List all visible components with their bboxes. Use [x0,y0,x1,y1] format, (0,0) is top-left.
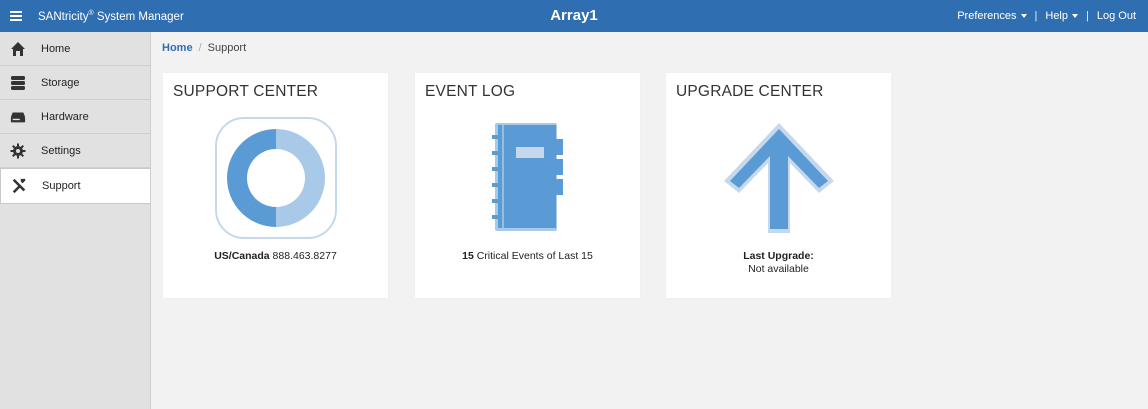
breadcrumb-home-link[interactable]: Home [162,42,193,54]
home-icon [10,41,26,57]
hamburger-icon[interactable] [0,0,32,32]
card-graphic [415,117,640,239]
breadcrumb-current: Support [207,42,247,54]
sidebar-item-label: Storage [41,76,80,89]
notebook-icon [491,123,563,231]
sidebar-item-support[interactable]: Support [0,168,150,204]
card-title: UPGRADE CENTER [676,83,824,100]
up-arrow-icon [723,123,834,233]
upgrade-center-card[interactable]: UPGRADE CENTER Last Upgrade: Not availabl… [666,73,891,298]
event-count-text: Critical Events of Last 15 [473,250,593,262]
sidebar-item-label: Settings [41,144,81,157]
chevron-down-icon [1020,14,1027,19]
sidebar-item-label: Support [42,180,81,192]
breadcrumb: Home / Support [162,42,246,54]
help-menu[interactable]: Help [1045,10,1078,22]
breadcrumb-separator: / [198,42,202,54]
brand-suffix: System Manager [93,10,184,23]
card-title: SUPPORT CENTER [173,83,319,100]
last-upgrade: Last Upgrade: Not available [666,250,891,276]
preferences-label: Preferences [957,10,1017,22]
tools-icon [11,178,27,194]
support-center-card[interactable]: SUPPORT CENTER US/Canada 888.463.8277 [163,73,388,298]
hardware-icon [10,109,26,125]
sidebar-item-storage[interactable]: Storage [0,66,150,100]
event-count-number: 15 [462,250,474,262]
last-upgrade-label: Last Upgrade: [743,250,814,262]
support-phone: US/Canada 888.463.8277 [163,250,388,263]
separator: | [1034,10,1038,22]
main-content: Home / Support SUPPORT CENTER US/Canada 88… [151,32,1148,409]
support-region: US/Canada [214,250,270,262]
brand-name: SANtricity [38,10,89,23]
card-graphic [163,117,388,239]
sidebar-item-home[interactable]: Home [0,32,150,66]
card-title: EVENT LOG [425,83,516,100]
event-log-card[interactable]: EVENT LOG 15 Critical Events of Last 15 [415,73,640,298]
card-graphic [666,117,891,239]
sidebar-item-hardware[interactable]: Hardware [0,100,150,134]
logout-link[interactable]: Log Out [1097,10,1136,22]
preferences-menu[interactable]: Preferences [957,10,1027,22]
sidebar-item-label: Home [41,42,71,55]
last-upgrade-value: Not available [748,263,809,275]
storage-icon [10,75,26,91]
chevron-down-icon [1072,14,1078,19]
lifebuoy-icon [214,117,337,239]
event-count: 15 Critical Events of Last 15 [415,250,640,263]
sidebar: Home Storage Hardware Settings Support [0,32,151,409]
sidebar-item-label: Hardware [41,110,89,123]
support-number: 888.463.8277 [269,250,337,262]
app-title: SANtricity® System Manager [38,10,184,23]
top-links: Preferences | Help | Log Out [957,0,1136,32]
sidebar-item-settings[interactable]: Settings [0,134,150,168]
help-label: Help [1045,10,1068,22]
gear-icon [10,143,26,159]
separator: | [1086,10,1089,22]
